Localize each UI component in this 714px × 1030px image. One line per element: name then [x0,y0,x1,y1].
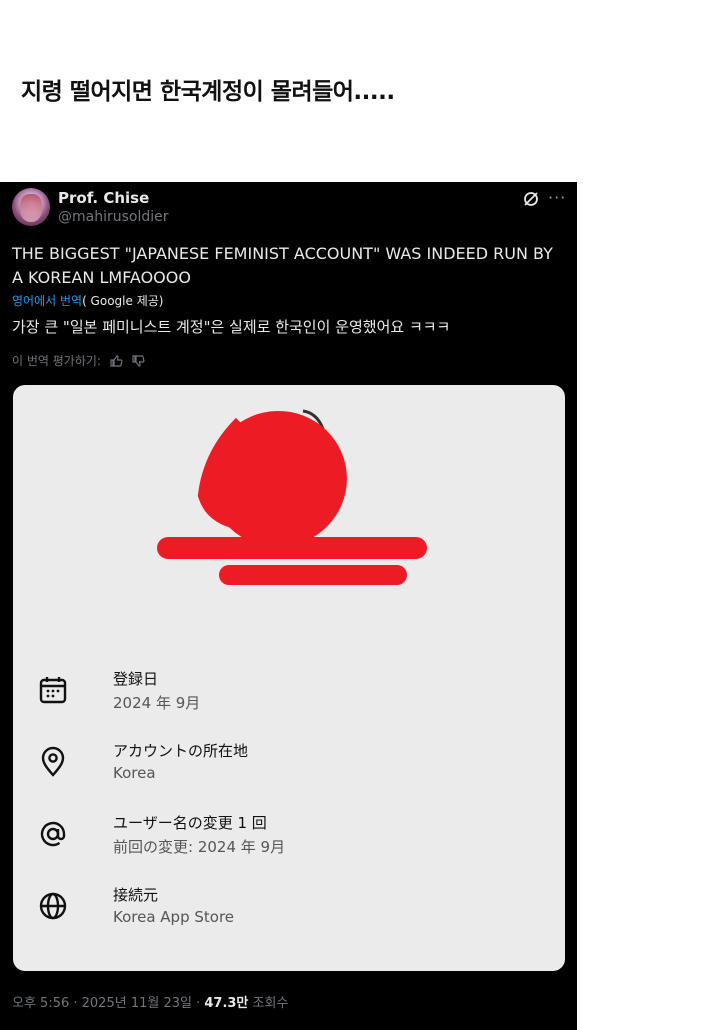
info-title: アカウントの所在地 [113,742,249,760]
translated-text: 가장 큰 "일본 페미니스트 계정"은 실제로 한국인이 운영했어요 ㅋㅋㅋ [12,318,451,336]
avatar[interactable] [12,188,50,226]
rate-translation-label: 이 번역 평가하기: [12,354,101,368]
calendar-icon [39,677,67,704]
tweet-text: THE BIGGEST "JAPANESE FEMINIST ACCOUNT" … [12,244,553,287]
post-title: 지령 떨어지면 한국계정이 몰려들어..... [21,79,395,105]
translation-attribution: 영어에서 번역( Google 제공) [12,292,163,309]
view-count: 47.3만 [204,996,249,1011]
globe-icon [39,892,67,920]
tweet-metadata: 오후 5:56 · 2025년 11월 23일 · 47.3만 조회수 [12,992,288,1011]
info-title: 接続元 [113,886,159,904]
translated-from-link[interactable]: 영어에서 번역 [12,294,82,308]
thumbs-up-icon[interactable] [109,354,123,368]
about-account-card: 登録日 2024 年 9月 アカウントの所在地 Korea ユーザー名の変更 1… [13,385,565,971]
rate-translation: 이 번역 평가하기: [12,352,145,369]
info-value: 2024 年 9月 [113,694,201,712]
info-value: Korea App Store [113,908,235,926]
grok-icon[interactable] [522,190,540,208]
tweet-screenshot: Prof. Chise @mahirusoldier ··· THE BIGGE… [0,182,577,1030]
display-name[interactable]: Prof. Chise [58,189,149,207]
info-title: ユーザー名の変更 1 回 [113,814,267,832]
red-redaction-scribble [157,409,427,585]
info-value: 前回の変更: 2024 年 9月 [113,838,286,856]
user-handle[interactable]: @mahirusoldier [58,209,169,225]
info-value: Korea [113,764,156,782]
thumbs-down-icon[interactable] [131,354,145,368]
more-options-icon[interactable]: ··· [548,188,566,207]
timestamp[interactable]: 오후 5:56 · 2025년 11월 23일 · [12,996,204,1011]
info-title: 登録日 [113,670,159,688]
translation-provider: ( Google 제공) [82,294,164,308]
at-sign-icon [40,821,66,847]
location-pin-icon [41,746,65,777]
view-count-label: 조회수 [248,996,289,1011]
